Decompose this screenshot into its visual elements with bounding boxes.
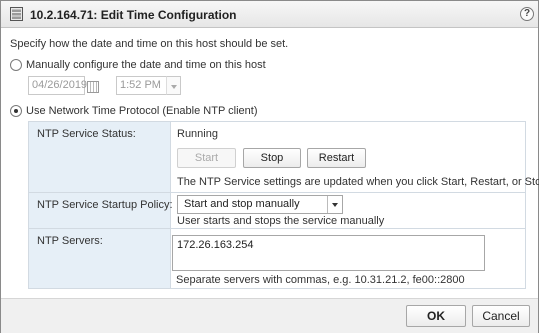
help-button[interactable]: ? — [520, 7, 534, 21]
ntp-label[interactable]: Use Network Time Protocol (Enable NTP cl… — [26, 105, 258, 117]
ntp-servers-input[interactable]: 172.26.163.254 — [172, 235, 485, 271]
time-field[interactable]: 1:52 PM — [116, 76, 167, 95]
ntp-policy-note: User starts and stops the service manual… — [177, 215, 385, 227]
start-button[interactable]: Start — [177, 148, 236, 168]
manual-time-radio[interactable] — [10, 59, 22, 71]
dialog-title-bar: 10.2.164.71: Edit Time Configuration ? — [1, 1, 538, 28]
date-field[interactable]: 04/26/2019 — [28, 76, 87, 95]
calendar-icon[interactable] — [87, 81, 99, 93]
manual-time-label[interactable]: Manually configure the date and time on … — [26, 59, 266, 71]
startup-policy-value: Start and stop manually — [184, 198, 300, 210]
dialog-title: 10.2.164.71: Edit Time Configuration — [30, 8, 237, 22]
host-server-icon — [10, 7, 23, 21]
dialog-footer: OK Cancel — [1, 298, 538, 333]
ntp-policy-label: NTP Service Startup Policy: — [37, 199, 173, 211]
ntp-radio[interactable] — [10, 105, 22, 117]
time-dropdown-arrow-icon[interactable] — [166, 76, 181, 95]
ok-button[interactable]: OK — [406, 305, 466, 327]
stop-button[interactable]: Stop — [243, 148, 301, 168]
restart-button[interactable]: Restart — [307, 148, 366, 168]
ntp-status-value: Running — [177, 128, 218, 140]
ntp-servers-label: NTP Servers: — [37, 235, 103, 247]
ntp-servers-hint: Separate servers with commas, e.g. 10.31… — [176, 274, 465, 286]
ntp-policy-row: NTP Service Startup Policy: Start and st… — [29, 193, 525, 229]
edit-time-configuration-dialog: 10.2.164.71: Edit Time Configuration ? S… — [0, 0, 539, 333]
intro-text: Specify how the date and time on this ho… — [10, 38, 289, 50]
ntp-settings-note: The NTP Service settings are updated whe… — [177, 176, 539, 188]
ntp-status-label: NTP Service Status: — [37, 128, 136, 140]
cancel-button[interactable]: Cancel — [472, 305, 530, 327]
chevron-down-icon — [327, 196, 342, 213]
startup-policy-select[interactable]: Start and stop manually — [177, 195, 343, 214]
ntp-status-row: NTP Service Status: Running Start Stop R… — [29, 122, 539, 193]
